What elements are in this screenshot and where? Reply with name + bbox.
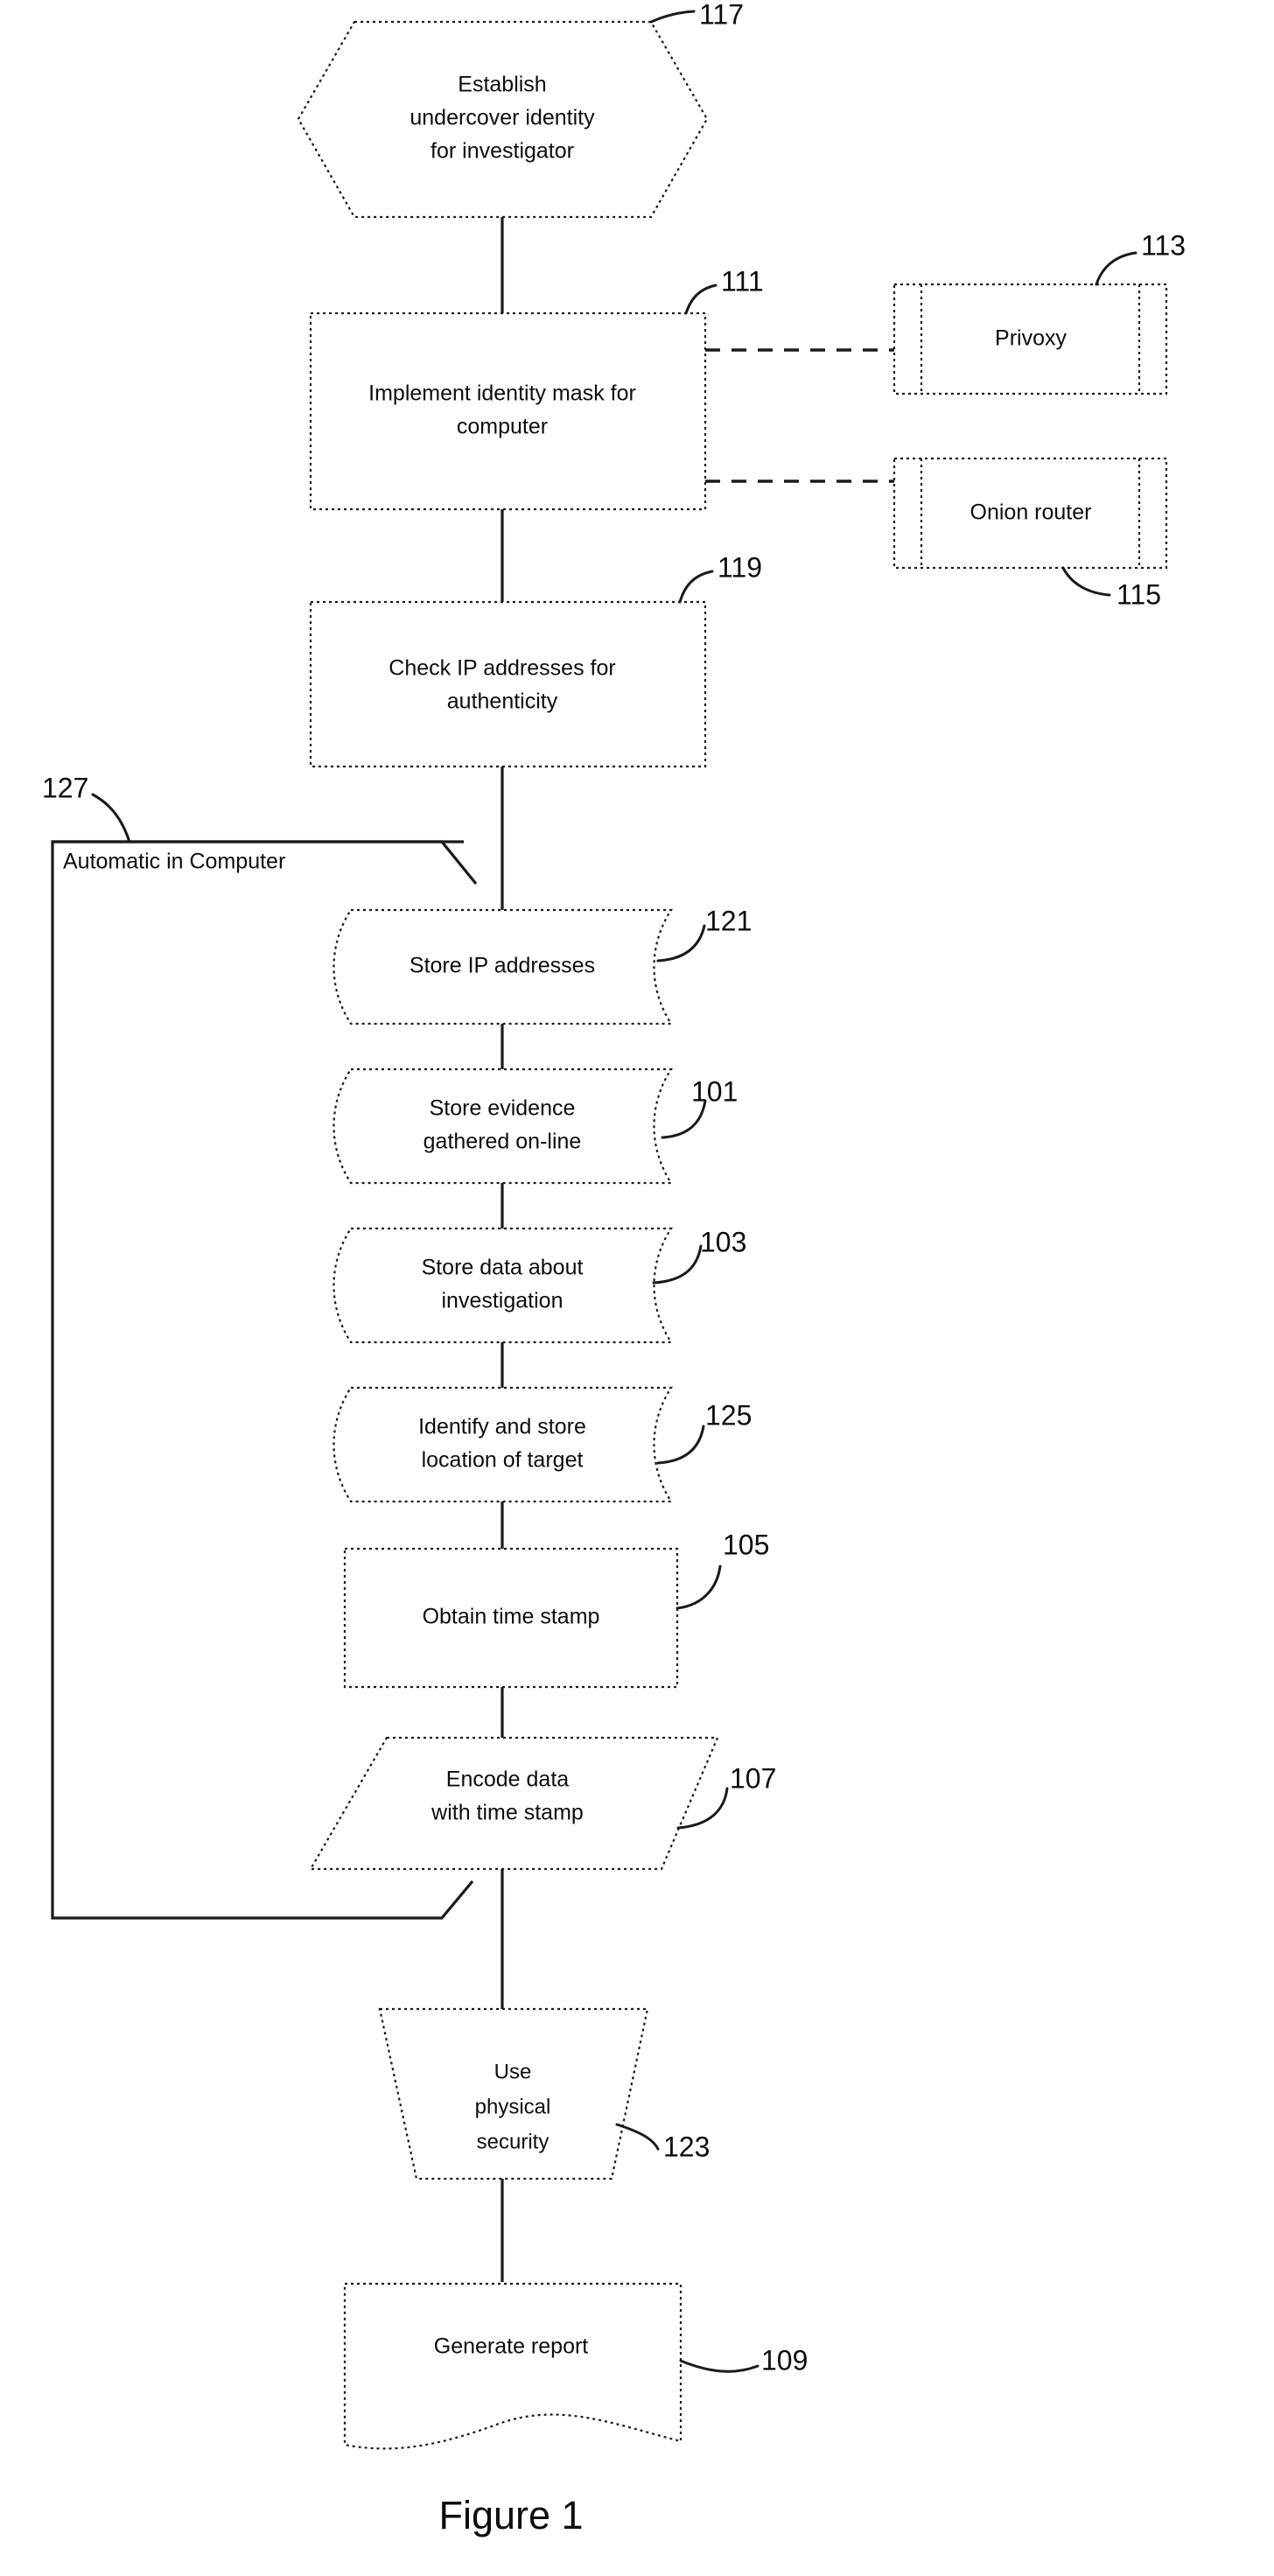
- generate-report-document: [343, 2282, 682, 2450]
- node-store-ip[interactable]: Store IP addresses 121: [332, 905, 752, 1026]
- privoxy-ref: 113: [1141, 229, 1186, 261]
- container-ref-group: 127: [42, 772, 131, 844]
- obtain-timestamp-leader-line: [676, 1564, 722, 1610]
- identify-location-line-1: Identify and store: [418, 1415, 586, 1439]
- node-encode-data[interactable]: Encode data with time stamp 107: [309, 1736, 776, 1871]
- node-implement-mask[interactable]: Implement identity mask for computer 111: [309, 265, 764, 511]
- check-ip-ref: 119: [718, 551, 762, 583]
- container-leader-line: [91, 793, 131, 844]
- figure-caption: Figure 1: [438, 2493, 583, 2538]
- store-ip-label: Store IP addresses: [410, 954, 595, 978]
- physical-security-line-1: Use: [494, 2060, 532, 2083]
- implement-mask-line-1: Implement identity mask for: [368, 382, 636, 406]
- patent-figure: Automatic in Computer Establish undercov…: [0, 0, 1274, 2576]
- establish-identity-line-2: undercover identity: [410, 106, 595, 130]
- node-check-ip[interactable]: Check IP addresses for authenticity 119: [309, 551, 762, 768]
- node-privoxy[interactable]: Privoxy 113: [892, 229, 1186, 396]
- store-evidence-line-1: Store evidence: [430, 1096, 576, 1121]
- identify-location-stored-data: [332, 1386, 674, 1503]
- generate-report-leader-line: [679, 2359, 760, 2373]
- generate-report-label: Generate report: [434, 2334, 589, 2359]
- store-data-line-1: Store data about: [422, 1256, 584, 1280]
- establish-identity-leader-line: [649, 10, 696, 24]
- privoxy-label: Privoxy: [995, 326, 1067, 351]
- establish-identity-line-1: Establish: [458, 73, 546, 97]
- store-ip-ref: 121: [705, 905, 752, 936]
- container-label: Automatic in Computer: [63, 850, 285, 874]
- container-ref: 127: [42, 772, 88, 803]
- check-ip-rect: [309, 600, 707, 768]
- onion-router-leader-line: [1061, 566, 1111, 597]
- establish-identity-line-3: for investigator: [430, 139, 574, 164]
- store-evidence-stored-data: [332, 1068, 674, 1185]
- node-onion-router[interactable]: Onion router 115: [892, 457, 1168, 610]
- store-data-ref: 103: [700, 1226, 746, 1257]
- node-obtain-timestamp[interactable]: Obtain time stamp 105: [343, 1529, 769, 1689]
- node-physical-security[interactable]: Use physical security 123: [378, 2007, 710, 2180]
- encode-data-line-1: Encode data: [446, 1768, 569, 1792]
- node-establish-identity[interactable]: Establish undercover identity for invest…: [297, 0, 744, 219]
- store-evidence-line-2: gathered on-line: [424, 1130, 582, 1154]
- store-data-line-2: investigation: [442, 1289, 564, 1313]
- encode-data-line-2: with time stamp: [430, 1801, 584, 1825]
- store-ip-leader-line: [656, 924, 706, 962]
- implement-mask-leader-line: [684, 284, 718, 315]
- check-ip-leader-line: [678, 570, 714, 604]
- implement-mask-line-2: computer: [457, 415, 548, 439]
- node-store-evidence[interactable]: Store evidence gathered on-line 101: [332, 1068, 738, 1185]
- onion-router-ref: 115: [1116, 578, 1161, 610]
- obtain-timestamp-label: Obtain time stamp: [423, 1605, 600, 1629]
- implement-mask-rect: [309, 312, 707, 511]
- identify-location-leader-line: [656, 1424, 705, 1465]
- physical-security-line-2: physical: [475, 2095, 551, 2118]
- generate-report-ref: 109: [761, 2344, 808, 2376]
- node-identify-location[interactable]: Identify and store location of target 12…: [332, 1386, 752, 1503]
- privoxy-leader-line: [1095, 251, 1138, 286]
- onion-router-label: Onion router: [970, 500, 1092, 525]
- physical-security-leader-line: [615, 2123, 660, 2151]
- identify-location-line-2: location of target: [422, 1448, 584, 1473]
- store-evidence-ref: 101: [691, 1075, 738, 1107]
- check-ip-line-2: authenticity: [447, 690, 558, 714]
- node-store-data[interactable]: Store data about investigation 103: [332, 1226, 747, 1344]
- store-data-stored-data: [332, 1227, 674, 1344]
- obtain-timestamp-ref: 105: [723, 1529, 769, 1560]
- identify-location-ref: 125: [705, 1399, 752, 1431]
- implement-mask-ref: 111: [721, 265, 764, 297]
- encode-data-ref: 107: [730, 1762, 776, 1794]
- physical-security-ref: 123: [663, 2131, 710, 2162]
- node-generate-report[interactable]: Generate report 109: [343, 2282, 808, 2450]
- physical-security-line-3: security: [477, 2130, 550, 2153]
- establish-identity-ref: 117: [699, 0, 744, 30]
- check-ip-line-1: Check IP addresses for: [388, 656, 615, 681]
